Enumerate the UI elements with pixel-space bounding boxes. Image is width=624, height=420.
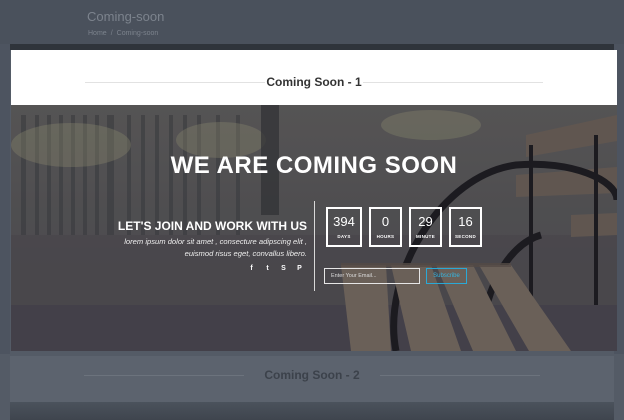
countdown-minutes: 29 MINUTE bbox=[409, 207, 442, 247]
join-title: LET'S JOIN AND WORK WITH US bbox=[117, 219, 307, 233]
twitter-icon[interactable]: t bbox=[264, 264, 271, 273]
join-text: lorem ipsum dolor sit amet , consecture … bbox=[124, 237, 307, 258]
breadcrumb-current: Coming-soon bbox=[116, 30, 159, 37]
section-coming-soon-2: Coming Soon - 2 bbox=[10, 356, 614, 420]
modal-header: Coming Soon - 1 bbox=[11, 50, 617, 105]
hero-section: WE ARE COMING SOON LET'S JOIN AND WORK W… bbox=[11, 105, 617, 351]
countdown-days-value: 394 bbox=[333, 214, 355, 229]
social-links: f t S P bbox=[248, 264, 303, 273]
header-rule-right bbox=[363, 82, 543, 83]
breadcrumb: Home / Coming-soon bbox=[88, 30, 162, 37]
facebook-icon[interactable]: f bbox=[248, 264, 255, 273]
countdown-hours: 0 HOURS bbox=[369, 207, 402, 247]
countdown-days-label: DAYS bbox=[337, 234, 351, 239]
countdown: 394 DAYS 0 HOURS 29 MINUTE 16 SECOND bbox=[326, 207, 482, 247]
subscribe-button[interactable]: Subscribe bbox=[426, 268, 467, 284]
breadcrumb-separator: / bbox=[110, 30, 113, 37]
countdown-days: 394 DAYS bbox=[326, 207, 362, 247]
frame-left bbox=[0, 44, 10, 354]
vertical-divider bbox=[314, 201, 315, 291]
page-title: Coming-soon bbox=[87, 9, 165, 24]
breadcrumb-home[interactable]: Home bbox=[88, 30, 107, 37]
section2-image-strip bbox=[10, 402, 614, 420]
countdown-seconds-label: SECOND bbox=[454, 234, 477, 239]
countdown-minutes-value: 29 bbox=[418, 214, 433, 229]
skype-icon[interactable]: S bbox=[280, 264, 287, 273]
section2-rule-right bbox=[380, 375, 540, 376]
page-header: Coming-soon Home / Coming-soon bbox=[0, 0, 624, 44]
hero-heading: WE ARE COMING SOON bbox=[170, 152, 458, 179]
countdown-minutes-label: MINUTE bbox=[415, 234, 436, 239]
countdown-seconds-value: 16 bbox=[458, 214, 473, 229]
countdown-seconds: 16 SECOND bbox=[449, 207, 482, 247]
countdown-hours-label: HOURS bbox=[376, 234, 395, 239]
countdown-hours-value: 0 bbox=[381, 214, 390, 229]
pinterest-icon[interactable]: P bbox=[296, 264, 303, 273]
email-input[interactable] bbox=[324, 268, 420, 284]
